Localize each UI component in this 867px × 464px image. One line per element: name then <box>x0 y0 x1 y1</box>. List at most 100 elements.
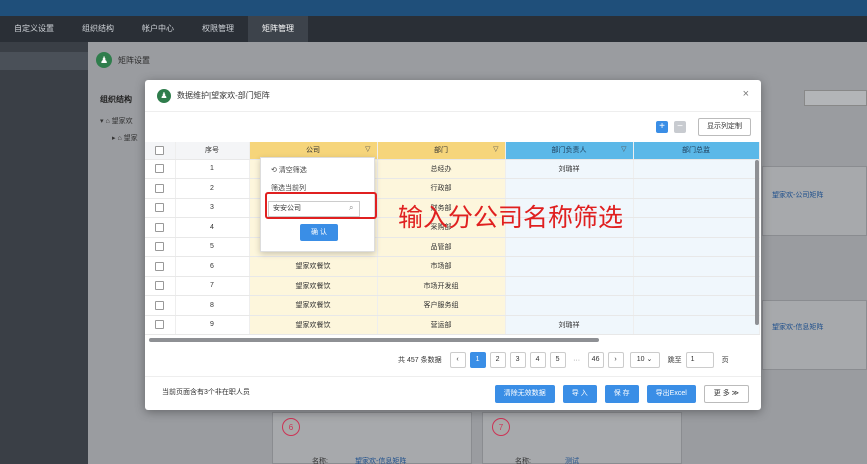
tree-item[interactable]: ▾ ⌂ 望家欢 <box>100 116 133 126</box>
row-checkbox[interactable] <box>145 217 176 238</box>
page-size-select[interactable]: 10 ⌄ <box>629 352 660 368</box>
main-nav: 自定义设置 组织结构 帐户中心 权限管理 矩阵管理 <box>0 16 867 42</box>
card-name-value: 望家欢-信息矩阵 <box>355 458 407 464</box>
cell-department: 市场开发组 <box>377 276 506 296</box>
background-search-input[interactable] <box>804 90 867 106</box>
column-header-dept-head[interactable]: 部门负责人 ▽ <box>505 142 634 160</box>
page-button[interactable]: 2 <box>489 352 506 368</box>
page-button[interactable]: 5 <box>549 352 566 368</box>
table-row[interactable]: 6 望家欢餐饮 市场部 <box>145 256 760 277</box>
matrix-card-label: 望家欢-公司矩阵 <box>772 192 824 199</box>
cell-department: 品管部 <box>377 237 506 257</box>
column-header-dept-director[interactable]: 部门总监 <box>633 142 760 160</box>
table-row[interactable]: 7 望家欢餐饮 市场开发组 <box>145 276 760 296</box>
cell-department: 营运部 <box>377 315 506 335</box>
nav-item-matrix-management[interactable]: 矩阵管理 <box>248 16 308 42</box>
dialog-title: 数据维护|望家欢-部门矩阵 <box>177 91 270 100</box>
table-row[interactable]: 1 总经办 刘璐祥 <box>145 159 760 179</box>
dialog-footer: 当前页面含有3个非在职人员 清除无效数据 导 入 保 存 导出Excel 更 多… <box>145 376 761 410</box>
cell-dept-director <box>633 159 760 179</box>
cell-seq: 5 <box>175 237 250 257</box>
pagination-total: 共 457 条数据 <box>398 357 442 364</box>
cell-dept-head: 刘璐祥 <box>505 315 634 335</box>
matrix-card[interactable] <box>762 166 867 236</box>
row-checkbox[interactable] <box>145 178 176 199</box>
cell-dept-head <box>505 256 634 277</box>
footer-buttons: 清除无效数据 导 入 保 存 导出Excel 更 多 ≫ <box>494 385 749 403</box>
filter-icon[interactable]: ▽ <box>493 145 498 153</box>
cell-dept-head <box>505 178 634 199</box>
delete-row-button[interactable]: − <box>674 121 686 133</box>
row-checkbox[interactable] <box>145 198 176 218</box>
cell-seq: 4 <box>175 217 250 238</box>
card-name-label: 名称: <box>312 458 328 464</box>
clear-invalid-data-button[interactable]: 清除无效数据 <box>494 385 555 403</box>
table-row[interactable]: 2 行政部 <box>145 178 760 199</box>
page-button[interactable]: 4 <box>529 352 546 368</box>
filter-icon[interactable]: ▽ <box>621 145 626 153</box>
row-checkbox[interactable] <box>145 276 176 296</box>
table-row[interactable]: 8 望家欢餐饮 客户服务组 <box>145 295 760 316</box>
cell-seq: 6 <box>175 256 250 277</box>
annotation-text: 输入分公司名称筛选 <box>398 203 624 232</box>
card-name-label: 名称: <box>515 458 531 464</box>
filter-confirm-button[interactable]: 确 认 <box>300 224 338 241</box>
inactive-staff-note: 当前页面含有3个非在职人员 <box>162 389 250 396</box>
nav-item-permissions[interactable]: 权限管理 <box>188 16 248 42</box>
matrix-card[interactable] <box>762 300 867 370</box>
page-button[interactable]: 1 <box>469 352 486 368</box>
cell-dept-head <box>505 276 634 296</box>
import-button[interactable]: 导 入 <box>562 385 597 403</box>
matrix-table: 序号 公司 ▽ 部门 ▽ 部门负责人 ▽ 部门总监 1 总经办 刘璐祥 2 行政部 3 财务部 4 采… <box>145 142 761 338</box>
cell-company: 望家欢餐饮 <box>249 295 378 316</box>
cell-seq: 9 <box>175 315 250 335</box>
horizontal-scrollbar[interactable] <box>149 338 599 342</box>
cell-seq: 3 <box>175 198 250 218</box>
save-button[interactable]: 保 存 <box>604 385 639 403</box>
cell-dept-director <box>633 198 760 218</box>
cell-department: 行政部 <box>377 178 506 199</box>
cell-dept-director <box>633 315 760 335</box>
tree-item[interactable]: ▸ ⌂ 望家 <box>112 133 138 143</box>
filter-icon[interactable]: ▽ <box>365 145 370 153</box>
cell-department: 总经办 <box>377 159 506 179</box>
column-settings-button[interactable]: 显示列定制 <box>698 118 751 136</box>
card-number-badge: 6 <box>282 418 300 436</box>
matrix-card[interactable] <box>482 412 682 464</box>
nav-item-account-center[interactable]: 帐户中心 <box>128 16 188 42</box>
card-number-badge: 7 <box>492 418 510 436</box>
cell-dept-head <box>505 295 634 316</box>
cell-dept-director <box>633 256 760 277</box>
row-checkbox[interactable] <box>145 159 176 179</box>
column-header-department[interactable]: 部门 ▽ <box>377 142 506 160</box>
nav-item-custom-settings[interactable]: 自定义设置 <box>0 16 68 42</box>
goto-page-input[interactable]: 1 <box>685 352 714 368</box>
select-all-checkbox[interactable] <box>145 142 176 160</box>
matrix-card-label: 望家欢-信息矩阵 <box>772 324 824 331</box>
table-row[interactable]: 5 品管部 <box>145 237 760 257</box>
clear-filter-option[interactable]: ⟲ 清空筛选 <box>271 165 307 175</box>
cell-dept-director <box>633 178 760 199</box>
more-button[interactable]: 更 多 ≫ <box>703 385 749 403</box>
cell-department: 市场部 <box>377 256 506 277</box>
close-icon[interactable]: × <box>743 88 749 100</box>
add-row-button[interactable]: + <box>656 121 668 133</box>
nav-item-org-structure[interactable]: 组织结构 <box>68 16 128 42</box>
page-button[interactable]: 3 <box>509 352 526 368</box>
row-checkbox[interactable] <box>145 237 176 257</box>
tree-title: 组织结构 <box>100 95 132 104</box>
cell-dept-director <box>633 276 760 296</box>
table-row[interactable]: 9 望家欢餐饮 营运部 刘璐祥 <box>145 315 760 335</box>
page-button[interactable]: 46 <box>587 352 604 368</box>
vertical-scrollbar[interactable] <box>755 160 759 325</box>
top-bar <box>0 0 867 16</box>
goto-suffix: 页 <box>721 357 729 364</box>
row-checkbox[interactable] <box>145 315 176 335</box>
cell-seq: 2 <box>175 178 250 199</box>
next-page-button[interactable]: › <box>607 352 624 368</box>
row-checkbox[interactable] <box>145 295 176 316</box>
export-excel-button[interactable]: 导出Excel <box>646 385 696 403</box>
prev-page-button[interactable]: ‹ <box>449 352 466 368</box>
sidebar-active-strip <box>0 52 88 70</box>
row-checkbox[interactable] <box>145 256 176 277</box>
